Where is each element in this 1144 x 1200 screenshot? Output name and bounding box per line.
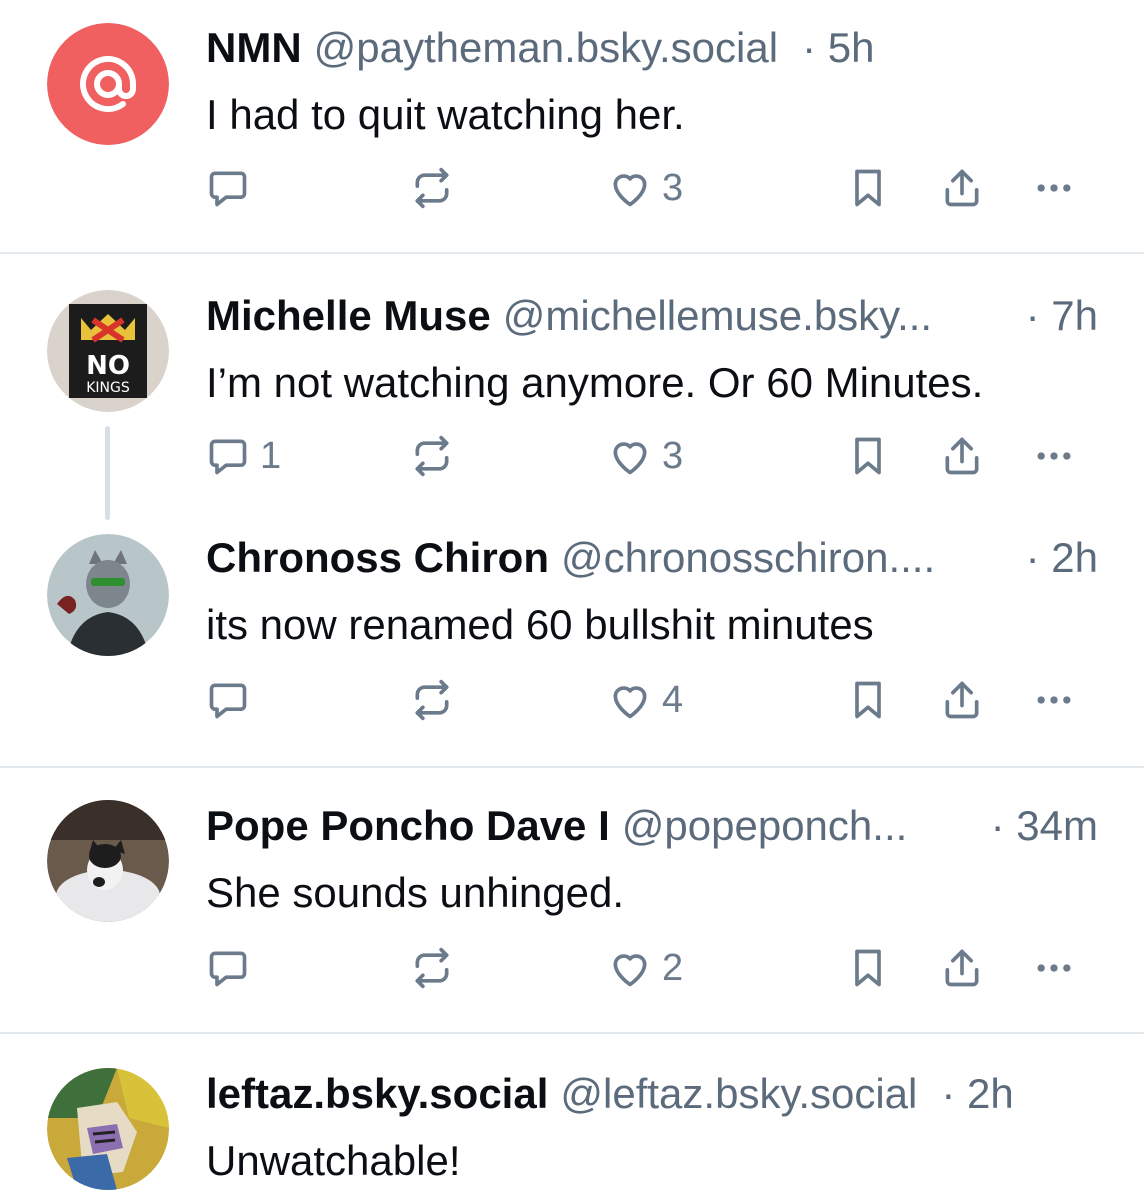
author-handle[interactable]: @popeponch... <box>622 802 908 850</box>
more-icon <box>1032 166 1076 210</box>
author-name[interactable]: Chronoss Chiron <box>206 534 549 582</box>
like-button[interactable]: 2 <box>608 938 683 998</box>
reply-icon <box>206 166 250 210</box>
post-pope-poncho[interactable]: Pope Poncho Dave I @popeponch... · 34m S… <box>0 768 1144 1032</box>
share-button[interactable] <box>940 938 984 998</box>
avatar[interactable] <box>47 800 169 922</box>
timestamp[interactable]: · 2h <box>929 1070 1013 1118</box>
avatar[interactable] <box>47 23 169 145</box>
like-icon <box>608 166 652 210</box>
post-text: I’m not watching anymore. Or 60 Minutes. <box>206 359 984 406</box>
timestamp[interactable]: · 2h <box>1014 534 1098 582</box>
like-button[interactable]: 3 <box>608 426 683 486</box>
author-name[interactable]: Michelle Muse <box>206 292 491 340</box>
repost-icon <box>410 678 454 722</box>
repost-button[interactable] <box>410 938 454 998</box>
like-button[interactable]: 4 <box>608 670 683 730</box>
repost-icon <box>410 434 454 478</box>
post-text: She sounds unhinged. <box>206 869 625 916</box>
post-chronoss-chiron[interactable]: Chronoss Chiron @chronosschiron.... · 2h… <box>0 524 1144 766</box>
share-button[interactable] <box>940 426 984 486</box>
reply-button[interactable] <box>206 158 260 218</box>
like-button[interactable]: 3 <box>608 158 683 218</box>
reply-button[interactable] <box>206 670 260 730</box>
reply-button[interactable]: 1 <box>206 426 281 486</box>
like-count: 3 <box>662 434 684 477</box>
author-name[interactable]: Pope Poncho Dave I <box>206 802 610 850</box>
share-icon <box>940 678 984 722</box>
post-leftaz[interactable]: leftaz.bsky.social @leftaz.bsky.social ·… <box>0 1034 1144 1200</box>
at-sign-icon <box>47 23 169 145</box>
more-button[interactable] <box>1032 670 1076 730</box>
bookmark-icon <box>846 946 890 990</box>
avatar[interactable]: NO KINGS <box>47 290 169 412</box>
more-button[interactable] <box>1032 426 1076 486</box>
bookmark-icon <box>846 166 890 210</box>
reply-icon <box>206 946 250 990</box>
post-nmn[interactable]: NMN @paytheman.bsky.social · 5h I had to… <box>0 0 1144 252</box>
avatar[interactable] <box>47 1068 169 1190</box>
bookmark-button[interactable] <box>846 426 890 486</box>
reply-button[interactable] <box>206 938 260 998</box>
post-actions: 2 <box>0 938 1144 998</box>
author-name[interactable]: NMN <box>206 24 302 72</box>
bookmark-icon <box>846 678 890 722</box>
avatar-text-bottom: KINGS <box>86 380 130 396</box>
repost-icon <box>410 166 454 210</box>
like-icon <box>608 946 652 990</box>
more-button[interactable] <box>1032 158 1076 218</box>
bookmark-button[interactable] <box>846 670 890 730</box>
more-icon <box>1032 434 1076 478</box>
bookmark-button[interactable] <box>846 938 890 998</box>
cubist-portrait-avatar-icon <box>47 1068 169 1190</box>
share-icon <box>940 434 984 478</box>
repost-button[interactable] <box>410 670 454 730</box>
more-icon <box>1032 946 1076 990</box>
author-handle[interactable]: @chronosschiron.... <box>561 534 935 582</box>
repost-icon <box>410 946 454 990</box>
author-handle[interactable]: @michellemuse.bsky... <box>503 292 932 340</box>
share-button[interactable] <box>940 158 984 218</box>
post-actions: 3 <box>0 158 1144 218</box>
author-handle[interactable]: @leftaz.bsky.social <box>560 1070 917 1118</box>
share-icon <box>940 166 984 210</box>
post-actions: 4 <box>0 670 1144 730</box>
repost-button[interactable] <box>410 158 454 218</box>
share-button[interactable] <box>940 670 984 730</box>
timestamp[interactable]: · 5h <box>790 24 874 72</box>
cat-avatar-icon <box>47 534 169 656</box>
reply-count: 1 <box>260 434 282 477</box>
like-icon <box>608 434 652 478</box>
avatar[interactable] <box>47 534 169 656</box>
author-name[interactable]: leftaz.bsky.social <box>206 1070 548 1118</box>
like-count: 4 <box>662 678 684 721</box>
avatar-text-top: NO <box>86 351 130 381</box>
author-handle[interactable]: @paytheman.bsky.social <box>314 24 778 72</box>
post-actions: 13 <box>0 426 1144 486</box>
post-michelle-muse[interactable]: NO KINGS Michelle Muse @michellemuse.bsk… <box>0 254 1144 524</box>
timestamp[interactable]: · 34m <box>979 802 1098 850</box>
post-text: its now renamed 60 bullshit minutes <box>206 601 874 648</box>
post-text: I had to quit watching her. <box>206 91 685 138</box>
repost-button[interactable] <box>410 426 454 486</box>
bookmark-button[interactable] <box>846 158 890 218</box>
post-text: Unwatchable! <box>206 1137 461 1184</box>
more-icon <box>1032 678 1076 722</box>
timestamp[interactable]: · 7h <box>1014 292 1098 340</box>
reply-icon <box>206 434 250 478</box>
share-icon <box>940 946 984 990</box>
bookmark-icon <box>846 434 890 478</box>
kitten-avatar-icon <box>47 800 169 922</box>
like-icon <box>608 678 652 722</box>
reply-icon <box>206 678 250 722</box>
no-kings-avatar-icon: NO KINGS <box>47 290 169 412</box>
like-count: 2 <box>662 946 684 989</box>
like-count: 3 <box>662 166 684 209</box>
more-button[interactable] <box>1032 938 1076 998</box>
